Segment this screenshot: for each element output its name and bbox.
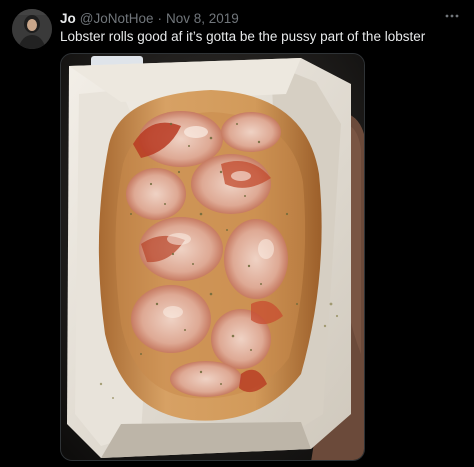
separator-dot: · [157,10,163,26]
avatar-image [12,9,52,49]
tweet-photo[interactable]: LUKE'S [60,53,365,461]
avatar[interactable] [12,9,52,49]
tweet[interactable]: Jo @JoNotHoe · Nov 8, 2019 Lobster rolls… [0,0,474,467]
user-handle[interactable]: @JoNotHoe [80,11,154,26]
tweet-date[interactable]: Nov 8, 2019 [166,11,239,26]
tweet-header: Jo @JoNotHoe · Nov 8, 2019 [60,10,239,26]
tweet-text: Lobster rolls good af it’s gotta be the … [60,29,426,44]
display-name[interactable]: Jo [60,11,76,26]
lobster-roll-photo: LUKE'S [61,54,364,460]
more-horizontal-icon[interactable] [442,8,462,26]
